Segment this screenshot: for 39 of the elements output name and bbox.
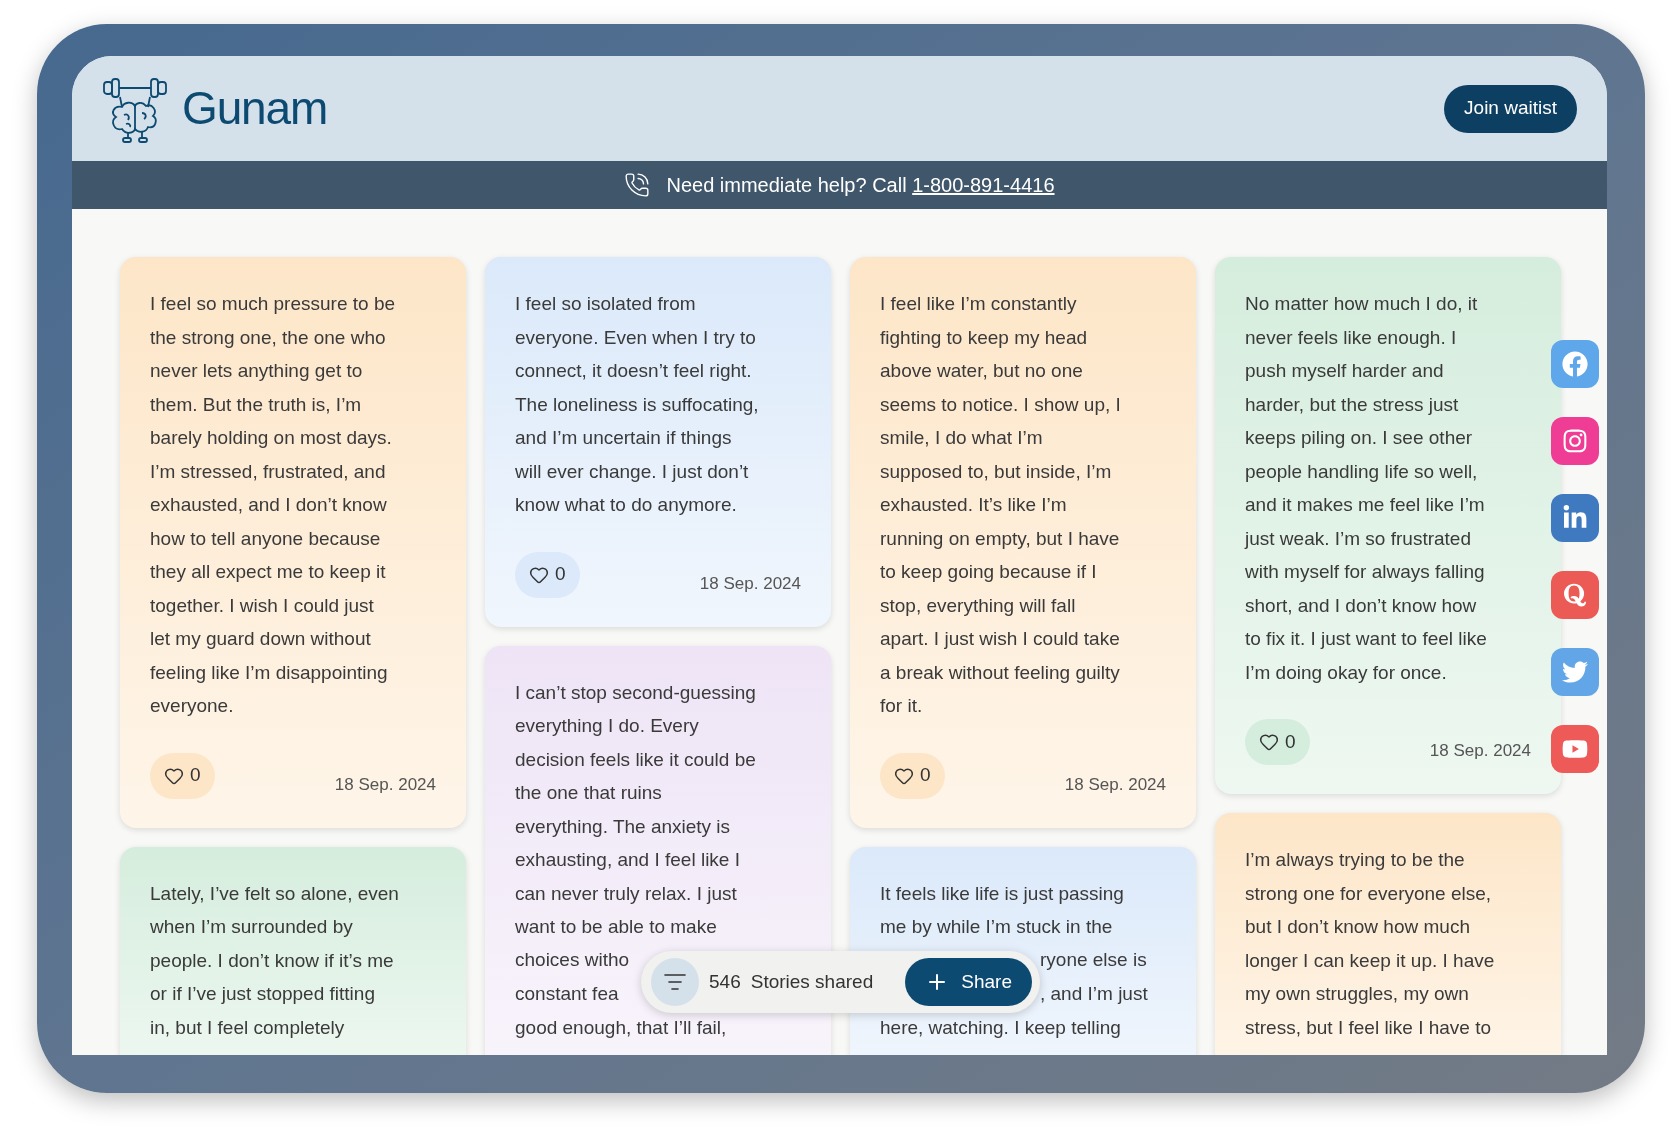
story-text: Lately, I’ve felt so alone, even when I’m surrounded by people. I don’t know if it’s me or if I’ve just stopped fitting in, but I feel completely bbox=[150, 881, 399, 1040]
filter-button[interactable] bbox=[651, 958, 699, 1006]
like-button[interactable]: 0 bbox=[150, 752, 215, 799]
story-text-fragment: choices witho bbox=[515, 949, 630, 972]
story-text-fragment: ryone else is bbox=[1040, 949, 1147, 972]
story-date: 18 Sep. 2024 bbox=[1064, 773, 1166, 796]
share-button[interactable]: Share bbox=[905, 958, 1032, 1006]
like-button[interactable]: 0 bbox=[515, 551, 580, 598]
heart-icon bbox=[894, 765, 914, 786]
phone-link[interactable]: 1-800-891-4416 bbox=[912, 174, 1055, 196]
story-date: 18 Sep. 2024 bbox=[1429, 740, 1531, 763]
twitter-icon[interactable] bbox=[1551, 648, 1599, 696]
stories-label: Stories shared bbox=[750, 969, 874, 994]
youtube-icon[interactable] bbox=[1551, 725, 1599, 773]
heart-icon bbox=[164, 765, 184, 786]
story-text: I feel like I’m constantly fighting to keep my head above water, but no one seems to notice. I show up, I smile, I do what I’m supposed to, but inside, I’m exhausted. It’s like I’m running on empty, but I have to keep going because if I stop, everything will fall apart. I just wish I could take a break without feeling guilty for it. bbox=[880, 292, 1121, 718]
story-text: I’m always trying to be the strong one for everyone else, but I don’t know how much longer I can keep it up. I have my own struggles, my own stress, but I feel like I have to bbox=[1245, 848, 1495, 1040]
linkedin-icon[interactable] bbox=[1551, 494, 1599, 542]
instagram-icon[interactable] bbox=[1551, 417, 1599, 465]
quora-icon[interactable] bbox=[1551, 571, 1599, 619]
story-text: good enough, that I’ll fail, bbox=[515, 1015, 727, 1040]
facebook-icon[interactable] bbox=[1551, 340, 1599, 388]
brand-name: Gunam bbox=[182, 81, 328, 136]
like-button[interactable]: 0 bbox=[880, 752, 945, 799]
heart-icon bbox=[529, 564, 549, 585]
story-text-fragment: , and I’m just bbox=[1040, 982, 1148, 1005]
story-text: I feel so much pressure to be the strong one, the one who never lets anything get to them. But the truth is, I’m barely holding on most days. I’m stressed, frustrated, and exhausted, and I don’t know how to tell anyone because they all expect me to keep it together. I wish I could just let my guard down without feeling like I’m disappointing everyone. bbox=[150, 292, 395, 718]
story-text: here, watching. I keep telling bbox=[880, 1015, 1121, 1040]
phone-icon bbox=[624, 172, 651, 198]
help-text: Need immediate help? Call 1-800-891-4416 bbox=[666, 173, 1055, 198]
stories-count: 546 bbox=[709, 969, 741, 994]
story-date: 18 Sep. 2024 bbox=[699, 572, 801, 595]
like-button[interactable]: 0 bbox=[1245, 719, 1310, 765]
story-text-fragment: constant fea bbox=[515, 982, 619, 1005]
story-date: 18 Sep. 2024 bbox=[334, 773, 436, 796]
heart-icon bbox=[1259, 732, 1279, 752]
story-text: I feel so isolated from everyone. Even when I try to connect, it doesn’t feel right. The loneliness is suffocating, and I’m uncertain if things will ever change. I just don’t know what to do anymore. bbox=[515, 292, 759, 517]
story-text: No matter how much I do, it never feels like enough. I push myself harder and harder, but the stress just keeps piling on. I see other people handling life so well, and it makes me feel like I’m just weak. I’m so frustrated with myself for always falling short, and I don’t know how to fix it. I just want to feel like I’m doing okay for once. bbox=[1245, 292, 1487, 685]
join-waitlist-button[interactable]: Join waitist bbox=[1444, 84, 1577, 133]
